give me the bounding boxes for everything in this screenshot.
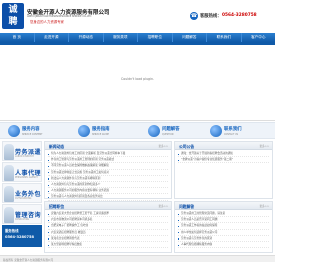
- nav-item-news[interactable]: 开源动态: [69, 33, 104, 42]
- list-item[interactable]: “金牌派遣”为客户提供专业优质服务“第二期”: [178, 157, 269, 164]
- nav-item-services[interactable]: 服务类项: [104, 33, 138, 42]
- logo-char-1: 诚: [8, 5, 18, 15]
- jobs-panel-header: 招聘职位 更多>>: [45, 202, 171, 210]
- service-tab-sublabel: SERVICE CONTENT: [22, 132, 43, 136]
- news-panel-header: 新闻动态 更多>>: [45, 142, 171, 150]
- news-panel: 新闻动态 更多>> 何为人力资源外包用工的区别 全面解析 及劳务派遣合同样本下载…: [44, 141, 172, 202]
- news-panel-title: 新闻动态: [49, 143, 65, 149]
- nav-item-faq[interactable]: 问题解答: [173, 33, 207, 42]
- service-tab-label: 服务指南: [92, 127, 110, 133]
- sidebar-card-consulting[interactable]: 管理咨询 CONSULTING: [2, 204, 42, 224]
- service-tab-contact[interactable]: 联系我们 CONTACT US: [210, 125, 242, 137]
- jobs-more-link[interactable]: 更多>>: [158, 204, 168, 208]
- qa-panel: 问题解答 更多>> 劳务派遣用工的管理常见问题，请注意 劳务派遣人员是否享受同工…: [174, 201, 273, 253]
- list-item[interactable]: 劳务派遣与人力资源外包区别及各自优势对比: [48, 194, 168, 201]
- qa-list: 劳务派遣用工的管理常见问题，请注意 劳务派遣人员是否享受同工同酬 劳务派遣工作者…: [175, 210, 272, 249]
- qa-more-link[interactable]: 更多>>: [259, 204, 269, 208]
- person-icon: [4, 186, 14, 202]
- hotline-label: 客服热线：: [200, 14, 222, 19]
- news-more-link[interactable]: 更多>>: [158, 144, 168, 148]
- service-tab-label: 问题解答: [162, 127, 180, 133]
- left-sidebar: 劳务派遣 LABOR DISPATCH 人事代理 PERSONNEL AGENC…: [2, 141, 42, 225]
- service-tab-label: 联系我们: [224, 127, 242, 133]
- nav-item-contact[interactable]: 联系我们: [207, 33, 242, 42]
- nav-item-jobs[interactable]: 招聘职位: [138, 33, 173, 42]
- person-icon: [4, 165, 14, 181]
- sidebar-card-agency[interactable]: 人事代理 PERSONNEL AGENCY: [2, 162, 42, 182]
- sidebar-card-sub: CONSULTING: [15, 218, 30, 221]
- notice-panel-title: 公司公告: [179, 143, 195, 149]
- footer-text: 版权所有 安徽金开源人力资源服务有限公司: [3, 258, 54, 262]
- service-tab-guide[interactable]: 服务指南 SERVICE GUIDE: [78, 125, 110, 137]
- sidebar-card-outsourcing[interactable]: 业务外包 OUTSOURCING: [2, 183, 42, 203]
- sidebar-card-dispatch[interactable]: 劳务派遣 LABOR DISPATCH: [2, 141, 42, 161]
- banner-plugin-area: Couldn't load plugin.: [0, 45, 275, 121]
- phone-icon: ☎: [190, 12, 198, 20]
- site-header: 诚 聘 安徽金开源人力资源服务有限公司 ANHUI JINKAIYUAN HUM…: [0, 0, 275, 33]
- plugin-error-message: Couldn't load plugin.: [121, 77, 154, 81]
- jobs-panel-title: 招聘职位: [49, 203, 65, 209]
- notice-more-link[interactable]: 更多>>: [259, 144, 269, 148]
- service-tab-sublabel: QUESTION: [162, 132, 174, 136]
- news-list: 何为人力资源外包用工的区别 全面解析 及劳务派遣合同样本下载 外包用工管理与劳务…: [45, 150, 171, 202]
- notice-panel-header: 公司公告 更多>>: [175, 142, 272, 150]
- nav-item-home[interactable]: 首 页: [0, 33, 35, 42]
- service-tab-faq[interactable]: 问题解答 QUESTION: [148, 125, 180, 137]
- person-icon: [4, 144, 14, 160]
- service-tabs: 服务内容 SERVICE CONTENT 服务指南 SERVICE GUIDE …: [0, 122, 275, 139]
- footer: 版权所有 安徽金开源人力资源服务有限公司: [0, 255, 275, 262]
- logo-char-2: 聘: [8, 17, 18, 27]
- hotline-number: 0564-3280758: [222, 13, 257, 18]
- notice-panel: 公司公告 更多>> 通知：金开源关于开展新春招聘会活动的通知 “金牌派遣”为客户…: [174, 141, 273, 199]
- main-nav: 首 页 走进开源 开源动态 服务类项 招聘职位 问题解答 联系我们 客户中心: [0, 33, 275, 42]
- service-content-icon: [8, 125, 20, 137]
- qa-panel-title: 问题解答: [179, 203, 195, 209]
- service-tab-sublabel: CONTACT US: [224, 132, 239, 136]
- qa-panel-header: 问题解答 更多>>: [175, 202, 272, 210]
- service-tab-content[interactable]: 服务内容 SERVICE CONTENT: [8, 125, 43, 137]
- sidebar-card-sub: OUTSOURCING: [15, 197, 32, 200]
- question-icon: [148, 125, 160, 137]
- sidebar-card-sub: LABOR DISPATCH: [15, 155, 34, 158]
- service-tab-label: 服务内容: [22, 127, 40, 133]
- person-icon: [4, 207, 14, 223]
- sidebar-hotline: 服务热线 0564-3280758: [2, 225, 42, 247]
- service-guide-icon: [78, 125, 90, 137]
- nav-item-about[interactable]: 走进开源: [35, 33, 69, 42]
- hotline-number: 0564-3280758: [5, 235, 34, 239]
- list-item[interactable]: 人事代理包括哪些服务内容: [178, 242, 269, 249]
- company-english-name: ANHUI JINKAIYUAN HUMAN RESOURCE SERVICE …: [27, 15, 92, 18]
- list-item[interactable]: 某大型商场招聘导购员数名: [48, 242, 168, 249]
- sidebar-card-sub: PERSONNEL AGENCY: [15, 176, 38, 179]
- jobs-panel: 招聘职位 更多>> 安徽六安某大型企业招聘普工若干名 工资待遇优厚 六安市某物流…: [44, 201, 172, 253]
- hotline-title: 服务热线: [5, 229, 19, 233]
- nav-item-client[interactable]: 客户中心: [242, 33, 276, 42]
- service-tab-sublabel: SERVICE GUIDE: [92, 132, 109, 136]
- company-slogan: 您身边的人力资源专家: [30, 20, 64, 24]
- jobs-list: 安徽六安某大型企业招聘普工若干名 工资待遇优厚 六安市某物流公司招聘货车司机多名…: [45, 210, 171, 249]
- company-logo[interactable]: 诚 聘: [2, 3, 24, 29]
- contact-icon: [210, 125, 222, 137]
- notice-list: 通知：金开源关于开展新春招聘会活动的通知 “金牌派遣”为客户提供专业优质服务“第…: [175, 150, 272, 164]
